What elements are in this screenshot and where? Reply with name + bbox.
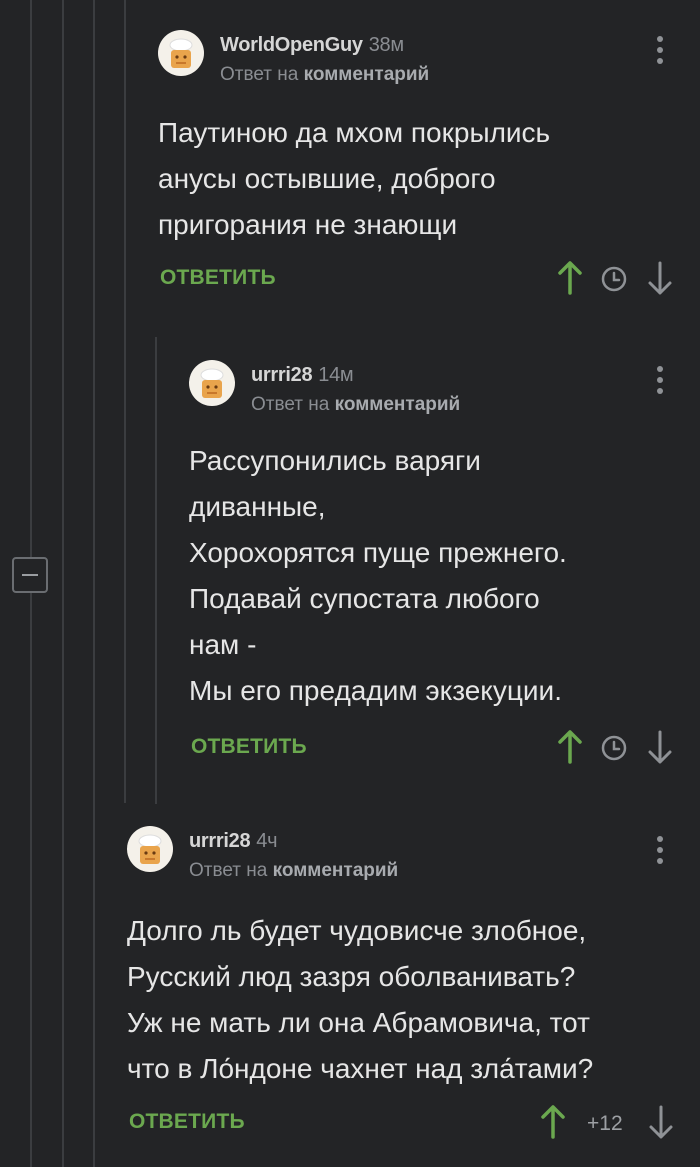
comment-1: WorldOpenGuy 38м Ответ на комментарий Пау…: [158, 30, 678, 310]
username[interactable]: urrri28 14м: [251, 364, 354, 387]
clock-icon[interactable]: [600, 265, 628, 293]
reply-to-link[interactable]: комментарий: [273, 860, 399, 881]
reply-to-link[interactable]: комментарий: [304, 64, 430, 85]
kebab-menu-icon[interactable]: [656, 836, 664, 869]
clock-icon[interactable]: [600, 734, 628, 762]
upvote-arrow-icon[interactable]: [539, 1104, 567, 1140]
comment-2: urrri28 14м Ответ на комментарий Рассупон…: [189, 360, 679, 780]
rating-score: +12: [587, 1112, 623, 1135]
kebab-menu-icon[interactable]: [656, 36, 664, 69]
comment-text: Паутиною да мхом покрылись анусы остывши…: [158, 117, 551, 240]
thread-line-5: [155, 337, 157, 804]
reply-to-label: Ответ на комментарий: [220, 64, 430, 85]
reply-button[interactable]: ОТВЕТИТЬ: [191, 735, 307, 759]
collapse-thread-button[interactable]: [12, 557, 48, 593]
comment-time: 38м: [368, 34, 404, 56]
reply-button[interactable]: ОТВЕТИТЬ: [129, 1110, 245, 1134]
comment-text: Рассупонились варяги диванные, Хорохорят…: [189, 445, 567, 706]
upvote-arrow-icon[interactable]: [556, 729, 584, 765]
thread-line-4: [124, 0, 126, 803]
thread-line-2: [62, 0, 64, 1167]
comment-3: urrri28 4ч Ответ на комментарий Долго ль …: [127, 826, 679, 1156]
upvote-arrow-icon[interactable]: [556, 260, 584, 296]
downvote-arrow-icon[interactable]: [647, 1104, 675, 1140]
reply-button[interactable]: ОТВЕТИТЬ: [160, 266, 276, 290]
comment-actions: [556, 260, 680, 300]
kebab-menu-icon[interactable]: [656, 366, 664, 399]
comment-time: 14м: [318, 364, 354, 386]
downvote-arrow-icon[interactable]: [646, 260, 674, 296]
comment-text: Долго ль будет чудовисче злобное, Русски…: [127, 915, 594, 1084]
avatar-chef-icon[interactable]: [127, 826, 173, 872]
username[interactable]: urrri28 4ч: [189, 830, 278, 853]
reply-to-label: Ответ на комментарий: [189, 860, 399, 881]
reply-to-label: Ответ на комментарий: [251, 394, 461, 415]
comment-actions: [556, 729, 680, 769]
comment-actions: +12: [539, 1104, 679, 1144]
avatar-chef-icon[interactable]: [158, 30, 204, 76]
downvote-arrow-icon[interactable]: [646, 729, 674, 765]
avatar-chef-icon[interactable]: [189, 360, 235, 406]
reply-to-link[interactable]: комментарий: [335, 394, 461, 415]
username[interactable]: WorldOpenGuy 38м: [220, 34, 404, 57]
comment-time: 4ч: [256, 830, 278, 852]
thread-line-3: [93, 0, 95, 1167]
